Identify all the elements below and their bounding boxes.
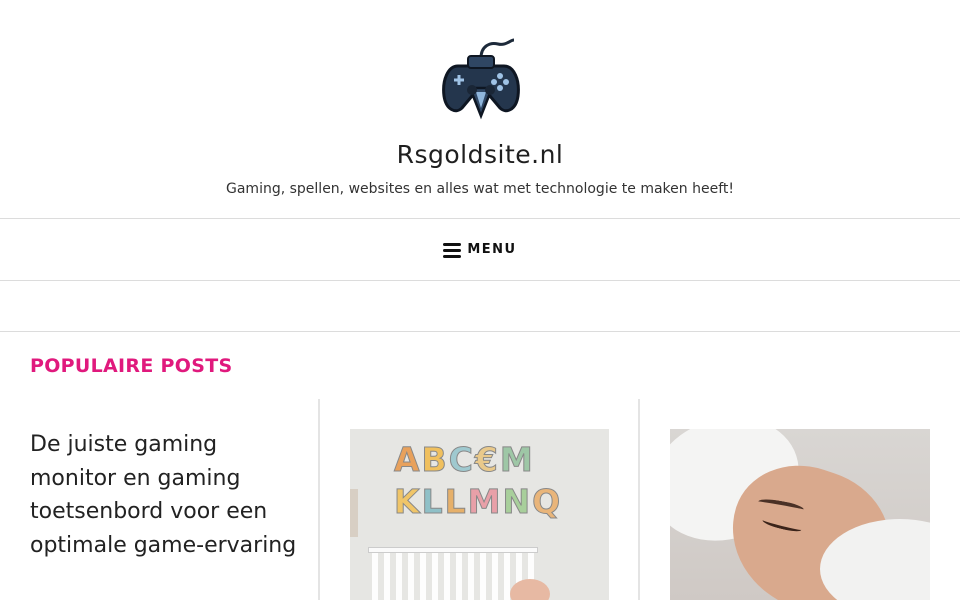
letter-decoration: K — [394, 482, 421, 522]
menu-toggle-button[interactable]: MENU — [443, 242, 517, 258]
toy-shape — [510, 579, 550, 600]
site-header: Rsgoldsite.nl Gaming, spellen, websites … — [0, 0, 960, 219]
letter-decoration: M — [499, 440, 533, 480]
site-title[interactable]: Rsgoldsite.nl — [0, 140, 960, 169]
letter-decoration: B — [421, 440, 447, 480]
letter-decoration: € — [474, 440, 498, 480]
column-separator — [318, 399, 320, 600]
letter-decoration: Q — [532, 482, 561, 522]
letter-decoration: M — [467, 482, 501, 522]
nursery-alphabet-wall-image[interactable]: A B C € M K L L M N Q — [350, 429, 609, 600]
menu-label: MENU — [467, 242, 517, 257]
letter-decoration: L — [444, 482, 466, 522]
site-tagline: Gaming, spellen, websites en alles wat m… — [226, 181, 734, 197]
alphabet-letters-decoration: A B C € M K L L M N Q — [394, 439, 574, 523]
letter-decoration: A — [394, 440, 421, 480]
popular-posts-heading: POPULAIRE POSTS — [30, 355, 233, 377]
primary-navigation: MENU — [0, 219, 960, 281]
letter-decoration: C — [448, 440, 473, 480]
wall-frame-shape — [350, 489, 358, 537]
facial-treatment-image[interactable] — [670, 429, 930, 600]
popular-post-title-link[interactable]: De juiste gaming monitor en gaming toets… — [30, 428, 300, 562]
letter-decoration: N — [502, 482, 531, 522]
hamburger-icon — [443, 242, 462, 258]
column-separator — [638, 399, 640, 600]
gamepad-logo-icon[interactable] — [440, 36, 522, 120]
letter-decoration: L — [421, 482, 443, 522]
section-divider — [0, 331, 960, 332]
